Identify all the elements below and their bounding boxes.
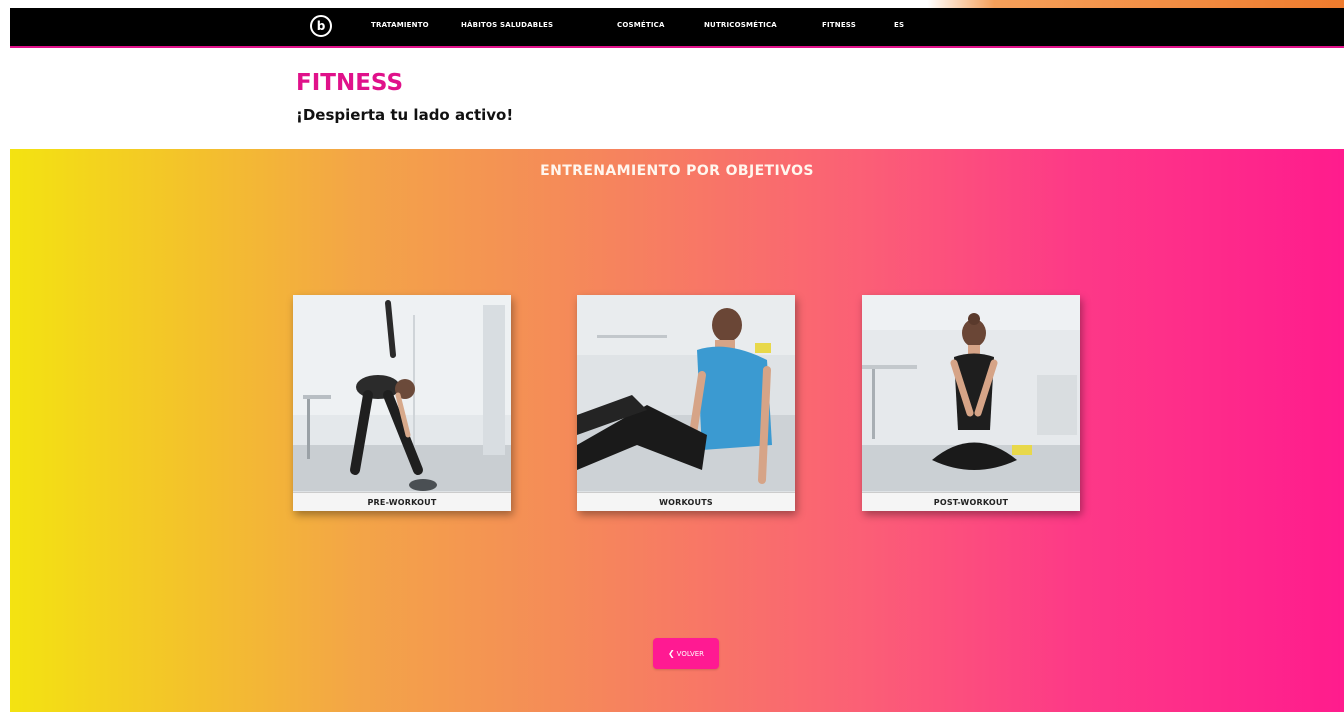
page-title: FITNESS xyxy=(296,70,404,96)
workouts-photo xyxy=(577,295,795,491)
pre-workout-photo xyxy=(293,295,511,491)
nav-item-habitos-saludables[interactable]: HÁBITOS SALUDABLES xyxy=(461,21,553,29)
nav-item-nutricosmetica[interactable]: NUTRICOSMÉTICA xyxy=(704,21,777,29)
page-header: FITNESS ¡Despierta tu lado activo! xyxy=(10,48,1344,149)
b-circle-logo-icon: b xyxy=(316,19,326,33)
nav-item-fitness[interactable]: FITNESS xyxy=(822,21,856,29)
back-button-label: VOLVER xyxy=(676,649,705,658)
pre-workout-card[interactable]: PRE-WORKOUT xyxy=(293,295,511,511)
brand-logo[interactable]: b xyxy=(310,15,332,37)
post-workout-label: POST-WORKOUT xyxy=(862,492,1080,511)
back-button[interactable]: ❮ VOLVER xyxy=(653,638,719,669)
workouts-label: WORKOUTS xyxy=(577,492,795,511)
nav-item-cosmetica[interactable]: COSMÉTICA xyxy=(617,21,665,29)
workouts-card[interactable]: WORKOUTS xyxy=(577,295,795,511)
pre-workout-label: PRE-WORKOUT xyxy=(293,492,511,511)
nav-item-tratamiento[interactable]: TRATAMIENTO xyxy=(371,21,429,29)
hero-section: ENTRENAMIENTO POR OBJETIVOS PRE-WORKOUT xyxy=(10,149,1344,712)
top-navbar: b TRATAMIENTO HÁBITOS SALUDABLES COSMÉTI… xyxy=(10,8,1344,48)
post-workout-photo xyxy=(862,295,1080,491)
page-subtitle: ¡Despierta tu lado activo! xyxy=(296,106,514,124)
post-workout-card[interactable]: POST-WORKOUT xyxy=(862,295,1080,511)
section-title: ENTRENAMIENTO POR OBJETIVOS xyxy=(540,163,814,179)
language-selector[interactable]: ES xyxy=(894,21,904,29)
chevron-left-icon: ❮ xyxy=(667,649,675,658)
